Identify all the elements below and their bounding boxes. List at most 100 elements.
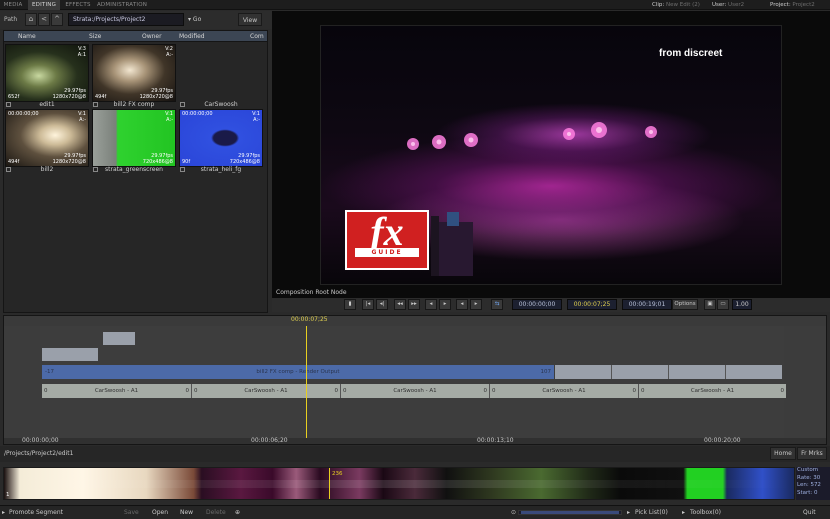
filmstrip-start: 1 bbox=[6, 492, 10, 498]
timeline-tracks[interactable]: -17 bill2 FX comp - Render Output 107 0C… bbox=[4, 326, 826, 438]
clip-thumb-strata-heli-fg[interactable]: 00:00:00;00 V:1 A:- 29.97fps 720x486@8 90… bbox=[179, 109, 263, 167]
filmstrip-info: Custom Rate: 30 Len: 572 Start: 0 bbox=[796, 467, 830, 500]
toolbox-icon: ▸ bbox=[682, 509, 686, 516]
col-modified[interactable]: Modified bbox=[179, 33, 205, 40]
tab-editing[interactable]: EDITING bbox=[28, 0, 60, 10]
step-back-icon[interactable]: ◂ bbox=[425, 299, 437, 310]
goto-start-icon[interactable]: |◂ bbox=[362, 299, 374, 310]
save-button[interactable]: Save bbox=[124, 509, 139, 516]
volume-slider[interactable] bbox=[518, 510, 622, 515]
audio-clip-icon bbox=[180, 102, 185, 107]
fullscreen-icon[interactable]: ▭ bbox=[717, 299, 729, 310]
rewind-icon[interactable]: ◂◂ bbox=[394, 299, 406, 310]
clip-caption: strata_heli_fg bbox=[179, 165, 263, 174]
overlay-text: from discreet bbox=[659, 48, 723, 59]
video-clip[interactable]: -17 bill2 FX comp - Render Output 107 bbox=[42, 365, 554, 379]
bottom-bar: ▸ Promote Segment Save Open New Delete ⊕… bbox=[0, 505, 830, 519]
ruler-tick: 00:00:13;10 bbox=[477, 437, 514, 444]
playhead[interactable] bbox=[306, 326, 307, 438]
current-path: /Projects/Project2/edit1 bbox=[4, 450, 74, 457]
status-path-bar bbox=[0, 446, 830, 462]
audio-clip[interactable]: 0 CarSwoosh - A1 0 bbox=[489, 384, 638, 398]
timecode-start[interactable]: 00:00:00;00 bbox=[512, 299, 562, 310]
timecode-current[interactable]: 00:00:07;25 bbox=[567, 299, 617, 310]
tab-effects[interactable]: EFFECTS bbox=[62, 0, 94, 10]
path-bar: Path ⌂ < ^ Strata:/Projects/Project2 ▾ G… bbox=[0, 11, 272, 29]
clip-type-icon bbox=[93, 167, 98, 172]
delete-button[interactable]: Delete bbox=[206, 509, 226, 516]
view-button[interactable]: View bbox=[238, 13, 262, 26]
timecode-end[interactable]: 00:00:19;01 bbox=[622, 299, 672, 310]
clip-thumb-strata-greenscreen[interactable]: V:1 A:- 29.97fps 720x486@8 bbox=[92, 109, 176, 167]
filmstrip[interactable]: 236 1 bbox=[3, 467, 795, 500]
frame-marks-button[interactable]: Fr Mrks bbox=[797, 447, 827, 460]
timeline-clip-small[interactable] bbox=[42, 348, 98, 361]
clip-caption: bill2 FX comp bbox=[92, 100, 176, 109]
video-clip-tail[interactable] bbox=[555, 365, 782, 379]
ruler-tick: 00:00:00;00 bbox=[22, 437, 59, 444]
home-icon[interactable]: ⌂ bbox=[25, 13, 37, 26]
clip-caption[interactable]: CarSwoosh bbox=[179, 100, 263, 109]
viewer-caption: Composition Root Node bbox=[276, 289, 347, 296]
back-icon[interactable]: < bbox=[38, 13, 50, 26]
clip-type-icon bbox=[93, 102, 98, 107]
viewer-panel: from discreet fx GUIDE bbox=[272, 11, 830, 298]
filmstrip-marker: 236 bbox=[332, 471, 343, 477]
playhead-timecode: 00:00:07;25 bbox=[291, 316, 328, 323]
ruler-tick: 00:00:06;20 bbox=[251, 437, 288, 444]
quit-button[interactable]: Quit bbox=[803, 509, 816, 516]
audio-clip[interactable]: 0 CarSwoosh - A1 0 bbox=[42, 384, 191, 398]
clip-info: Clip: New Edit (2) bbox=[652, 2, 700, 8]
pick-list-icon: ▸ bbox=[627, 509, 631, 516]
new-button[interactable]: New bbox=[180, 509, 193, 516]
viewer-image[interactable]: from discreet fx GUIDE bbox=[320, 25, 782, 285]
media-browser: Name Size Owner Modified Com V:3 A:1 29.… bbox=[3, 30, 268, 313]
col-name[interactable]: Name bbox=[18, 33, 36, 40]
project-info: Project: Project2 bbox=[770, 2, 815, 8]
up-icon[interactable]: ^ bbox=[51, 13, 63, 26]
open-button[interactable]: Open bbox=[152, 509, 168, 516]
clip-thumb-bill2[interactable]: 00:00:00;00 V:1 A:- 29.97fps 1280x720@8 4… bbox=[5, 109, 89, 167]
options-button[interactable]: Options bbox=[672, 299, 698, 310]
fit-view-icon[interactable]: ▣ bbox=[704, 299, 716, 310]
clip-type-icon bbox=[180, 167, 185, 172]
home-button[interactable]: Home bbox=[770, 447, 796, 460]
col-size[interactable]: Size bbox=[89, 33, 101, 40]
column-header: Name Size Owner Modified Com bbox=[4, 31, 267, 42]
clip-caption: bill2 bbox=[5, 165, 89, 174]
promote-segment-button[interactable]: Promote Segment bbox=[9, 509, 63, 516]
audio-clip[interactable]: 0 CarSwoosh - A1 0 bbox=[638, 384, 786, 398]
clip-thumb-edit1[interactable]: V:3 A:1 29.97fps 1280x720@8 652f bbox=[5, 44, 89, 102]
timeline-panel: -17 bill2 FX comp - Render Output 107 0C… bbox=[3, 315, 827, 445]
promote-icon: ▸ bbox=[2, 509, 6, 516]
zoom-field[interactable]: 1.00 bbox=[732, 299, 752, 310]
timeline-clip-small[interactable] bbox=[103, 332, 135, 345]
path-input[interactable]: Strata:/Projects/Project2 bbox=[68, 13, 184, 26]
toolbox-button[interactable]: Toolbox(0) bbox=[690, 509, 721, 516]
prev-frame-icon[interactable]: ◂ bbox=[456, 299, 468, 310]
tab-media[interactable]: MEDIA bbox=[0, 0, 26, 10]
ruler-tick: 00:00:20;00 bbox=[704, 437, 741, 444]
clip-type-icon bbox=[6, 102, 11, 107]
volume-icon: ⊙ bbox=[511, 509, 517, 516]
pick-list-button[interactable]: Pick List(0) bbox=[635, 509, 668, 516]
stop-icon[interactable]: ▮ bbox=[344, 299, 356, 310]
fast-forward-icon[interactable]: ▸▸ bbox=[408, 299, 420, 310]
play-icon[interactable]: ▸ bbox=[439, 299, 451, 310]
transport-bar: ▮ |◂ ◂| ◂◂ ▸▸ ◂ ▸ ◂ ▸ ⇆ 00:00:00;00 00:0… bbox=[272, 298, 830, 312]
filmstrip-playhead[interactable] bbox=[329, 468, 330, 499]
prev-edit-icon[interactable]: ◂| bbox=[376, 299, 388, 310]
col-owner[interactable]: Owner bbox=[142, 33, 162, 40]
clip-caption: edit1 bbox=[5, 100, 89, 109]
audio-clip[interactable]: 0 CarSwoosh - A1 0 bbox=[340, 384, 489, 398]
clip-thumb-bill2-fx-comp[interactable]: V:2 A:- 29.97fps 1280x720@8 494f bbox=[92, 44, 176, 102]
col-comment[interactable]: Com bbox=[250, 33, 264, 40]
next-frame-icon[interactable]: ▸ bbox=[470, 299, 482, 310]
timeline-scroll[interactable] bbox=[4, 316, 826, 326]
loop-icon[interactable]: ⇆ bbox=[491, 299, 503, 310]
top-tab-bar: MEDIA EDITING EFFECTS ADMINISTRATION Cli… bbox=[0, 0, 830, 10]
settings-icon[interactable]: ⊕ bbox=[235, 509, 240, 516]
go-button[interactable]: ▾ Go bbox=[186, 13, 206, 26]
tab-administration[interactable]: ADMINISTRATION bbox=[96, 0, 148, 10]
audio-clip[interactable]: 0 CarSwoosh - A1 0 bbox=[191, 384, 340, 398]
